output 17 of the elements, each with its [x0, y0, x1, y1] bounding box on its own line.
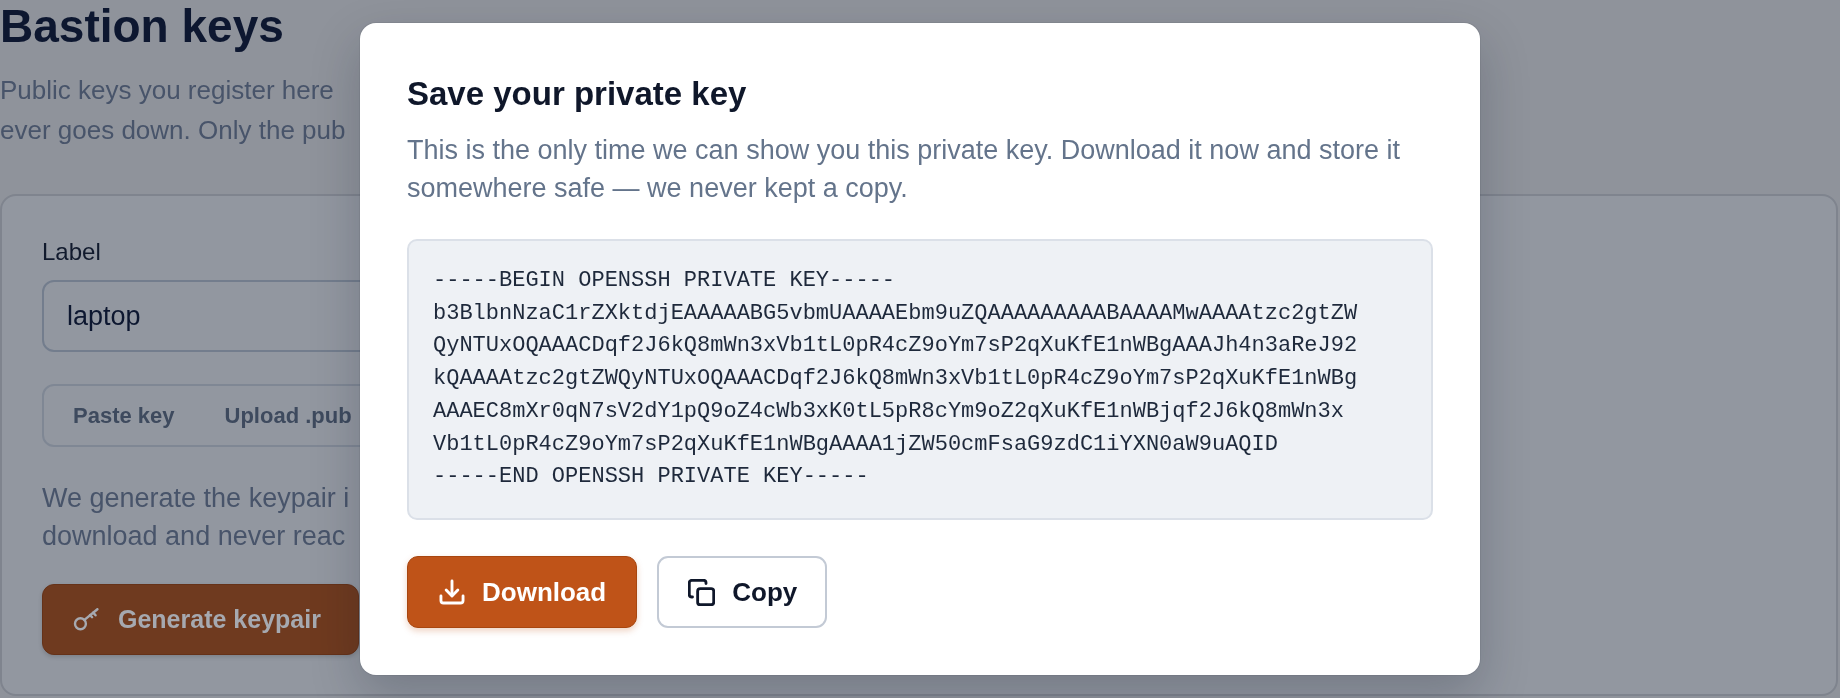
description-text: ever goes down. Only the pub [0, 114, 346, 147]
note-text: download and never reac [42, 520, 346, 553]
field-label: Label [42, 237, 101, 267]
copy-icon [688, 578, 716, 606]
source-tab[interactable]: Paste key [48, 390, 200, 441]
page-title: Bastion keys [0, 0, 284, 53]
source-tab[interactable]: Upload .pub [199, 390, 377, 441]
private-key-text: -----BEGIN OPENSSH PRIVATE KEY----- b3BlbnNzaC1rZXktdjEAAAAABG5vbmUAAAAEbm9uZQAAAAAAAAABAAAAMwAAAAtzc2gtZW QyNTUxOQAAACDqf2J6kQ8mWn3xVb1tL0pR4cZ9oYm7sP2qXuKfE1nWBgAAAJh4n3aReJ92 kQAAAAtzc2gtZWQyNTUxOQAAACDqf2J6kQ8mWn3xVb1tL0pR4cZ9oYm7sP2qXuKfE1nWBg AAAEC8mXr0qN7sV2dY1pQ9oZ4cWb3xK0tL5pR8cYm9oZ2qXuKfE1nWBjqf2J6kQ8mWn3x Vb1tL0pR4cZ9oYm7sP2qXuKfE1nWBgAAAA1jZW50cmFsaG9zdC1iYXN0aW9uAQID -----END OPENSSH PRIVATE KEY----- [433, 267, 1359, 492]
description-text: Public keys you register here [0, 74, 334, 107]
download-icon [439, 579, 465, 605]
dialog-description: This is the only time we can show you this private key. Download it now and store it somewhere safe — we never kept a copy. [407, 134, 1401, 205]
generate-keypair-button[interactable]: Generate keypair [42, 584, 359, 655]
copy-button[interactable]: Copy [657, 556, 828, 628]
key-icon [73, 608, 100, 631]
dialog-title: Save your private key [407, 74, 747, 114]
note-text: We generate the keypair i [42, 482, 350, 515]
download-button[interactable]: Download [407, 556, 638, 628]
